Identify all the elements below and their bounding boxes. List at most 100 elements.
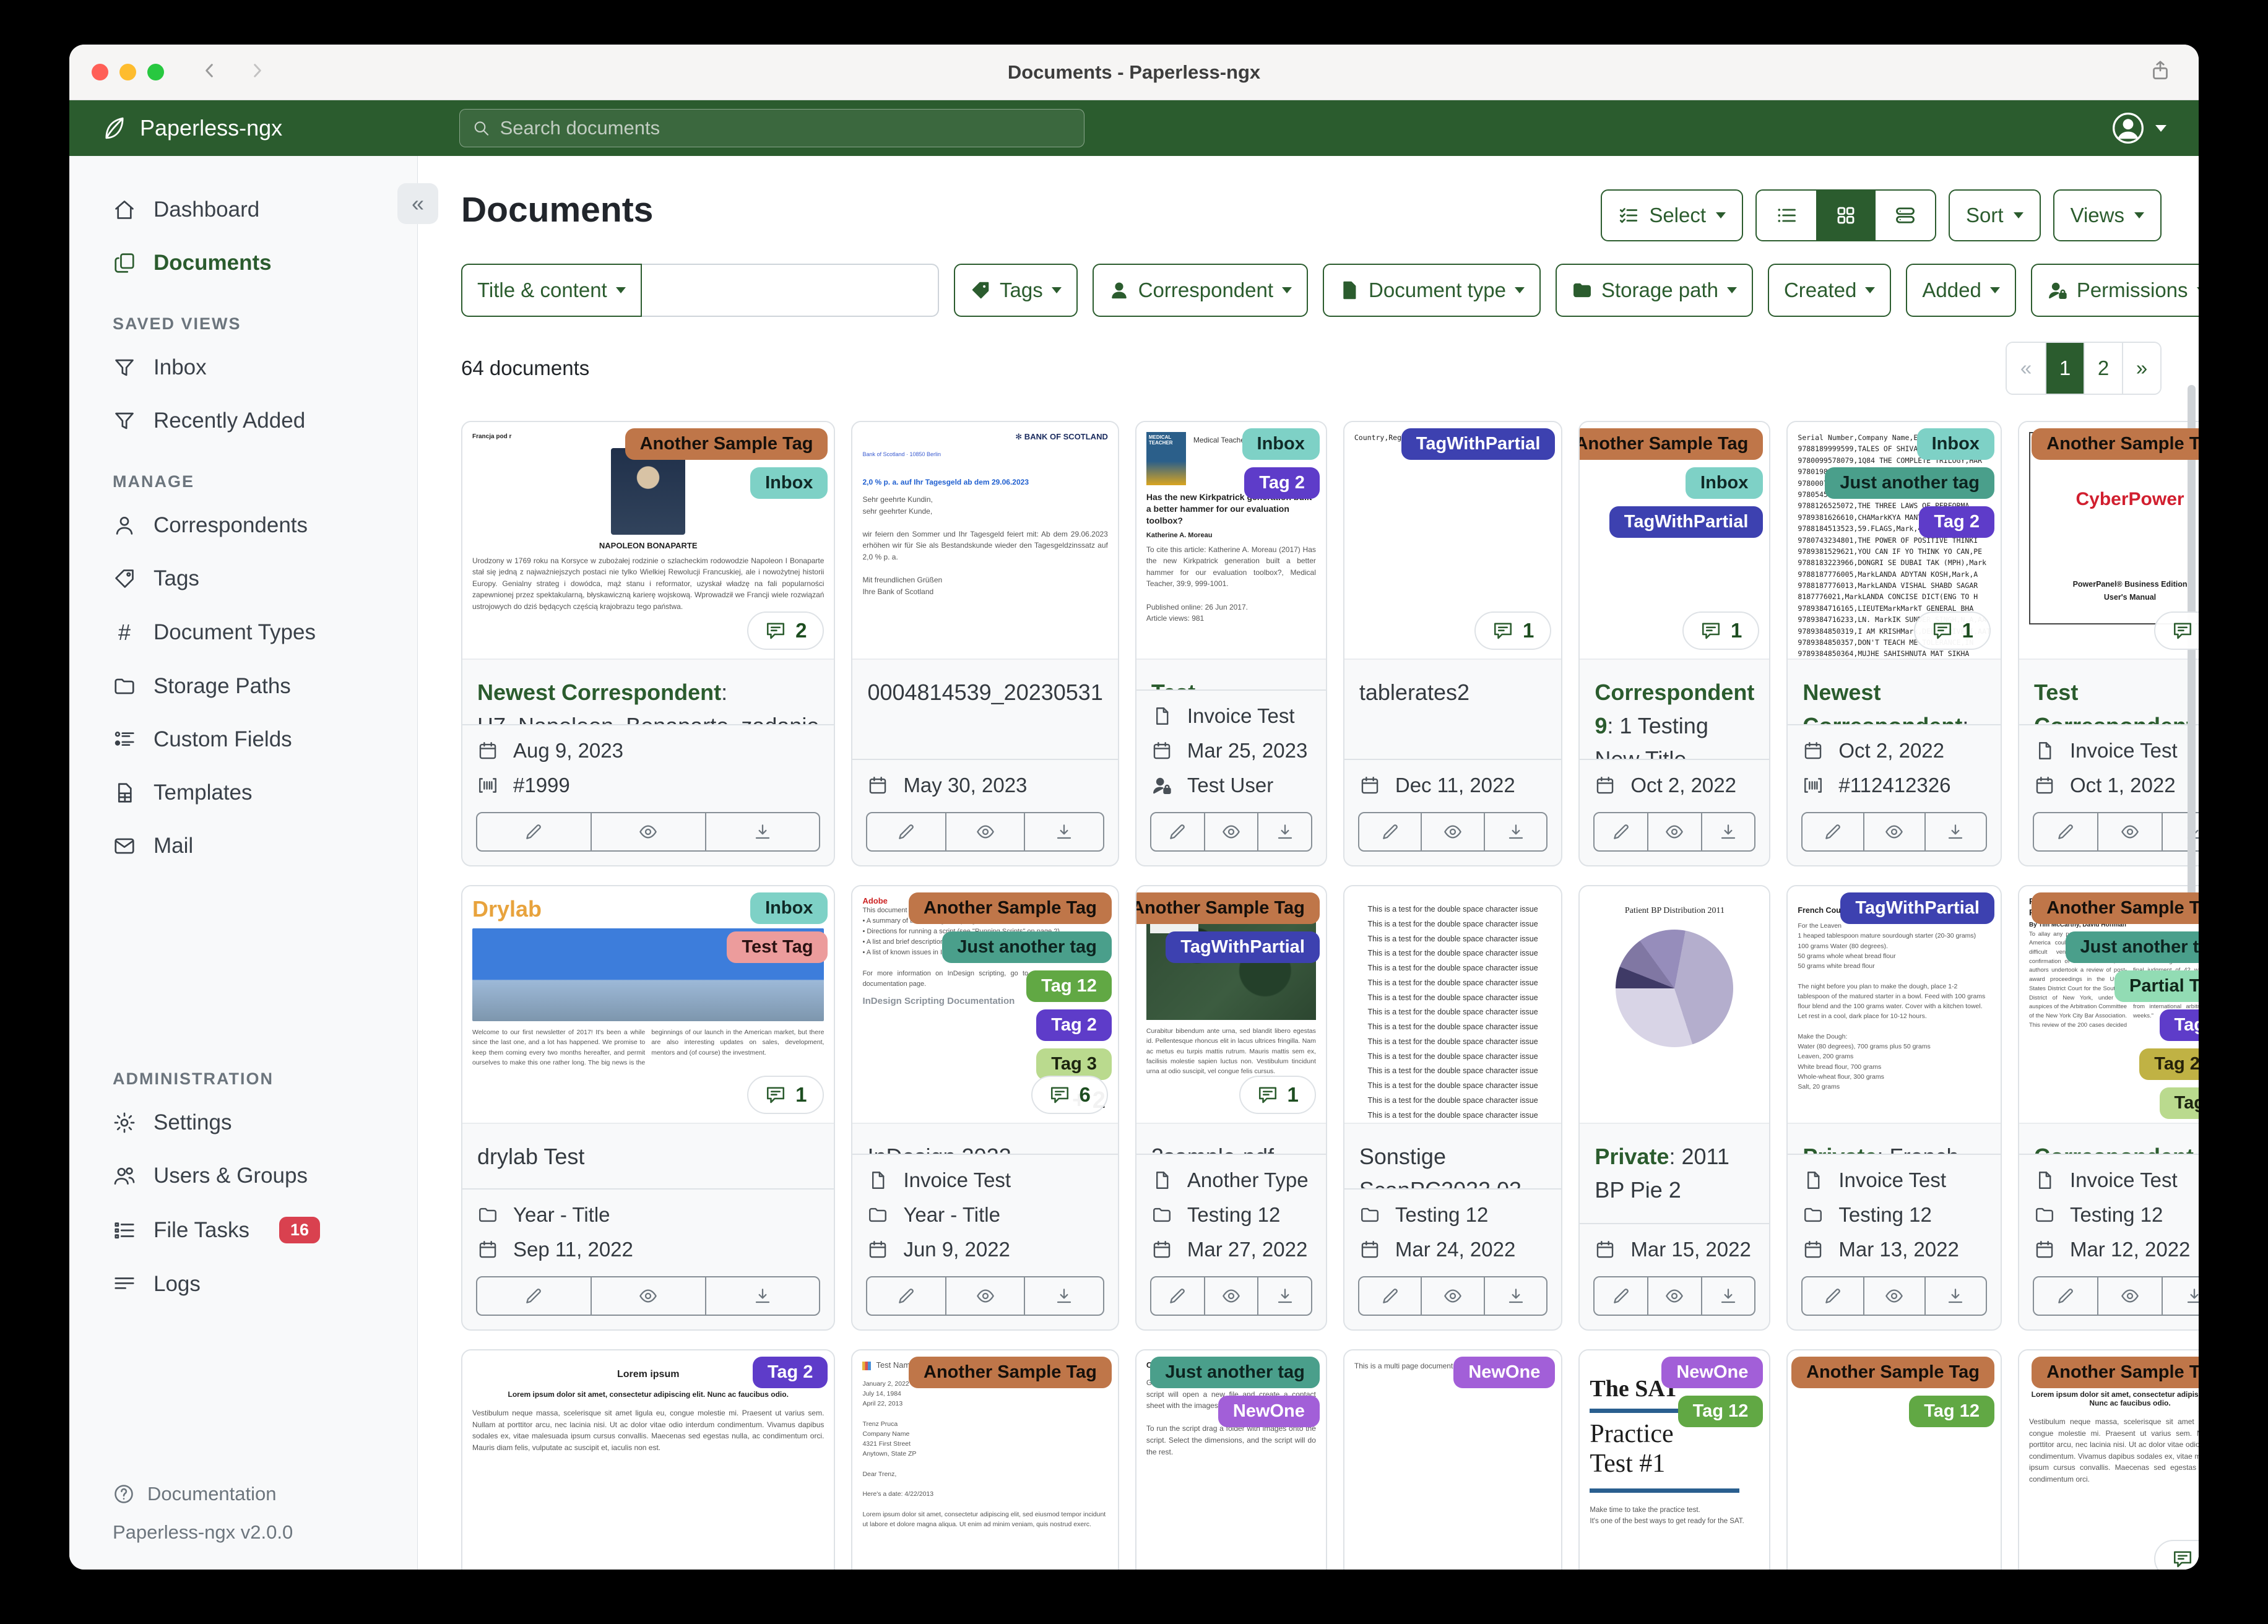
comment-count-badge[interactable]: 1 xyxy=(1913,611,1991,650)
title-content-filter-input[interactable] xyxy=(641,264,939,317)
sidebar-item-correspondents[interactable]: Correspondents xyxy=(69,499,417,552)
document-title[interactable]: Newest Correspondent: Sample100.csv xyxy=(1788,660,2001,724)
edit-document-button[interactable] xyxy=(866,812,946,852)
browser-back-icon[interactable] xyxy=(200,61,220,84)
document-thumbnail[interactable]: This is a testAnother Sample TagTag 12 xyxy=(1788,1350,2001,1570)
app-logo[interactable]: Paperless-ngx xyxy=(102,115,282,141)
tag-tag-12[interactable]: Tag 12 xyxy=(1026,970,1112,1002)
document-card[interactable]: Serial Number,Company Name,Employee Mark… xyxy=(1786,421,2002,866)
tag-tagwithpartial[interactable]: TagWithPartial xyxy=(1609,506,1764,538)
view-document-button[interactable] xyxy=(1421,1276,1485,1316)
edit-document-button[interactable] xyxy=(1149,812,1205,852)
view-document-button[interactable] xyxy=(1203,812,1259,852)
view-document-button[interactable] xyxy=(1647,812,1702,852)
document-thumbnail[interactable]: This is a multi page document. Page 1. Ne… xyxy=(1344,1350,1562,1570)
page-button-1[interactable]: 1 xyxy=(2045,343,2084,394)
document-correspondent[interactable]: Correspondent 14 xyxy=(2034,1144,2194,1154)
document-thumbnail[interactable]: Serial Number,Company Name,Employee Mark… xyxy=(1788,422,2001,660)
document-card[interactable]: This is a test for the double space char… xyxy=(1343,885,1563,1331)
tag-just-another-tag[interactable]: Just another tag xyxy=(942,931,1112,963)
tag-tag-2[interactable]: Tag 2 xyxy=(1036,1009,1112,1041)
document-card[interactable]: MEDICAL TEACHER Medical Teacher Has the ne… xyxy=(1135,421,1327,866)
document-thumbnail[interactable]: Francja pod r NAPOLEON BONAPARTE Urodzony … xyxy=(462,422,834,660)
document-thumbnail[interactable]: Lorem ipsumLorem ipsum dolor sit amet, c… xyxy=(2019,1350,2199,1570)
comment-count-badge[interactable]: 1 xyxy=(1682,611,1760,650)
document-title[interactable]: Correspondent 14: Review-of-New-York-Fed… xyxy=(2019,1124,2199,1154)
document-title[interactable]: tablerates2 xyxy=(1344,660,1562,759)
document-title[interactable]: Test Correspondent 1: UM_PPBE_en_v29 xyxy=(2019,660,2199,724)
document-card[interactable]: The SAT Practice Test #1 Make time to take … xyxy=(1578,1349,1771,1570)
filter-document-type-dropdown[interactable]: Document type xyxy=(1323,264,1541,317)
view-document-button[interactable] xyxy=(1863,1276,1926,1316)
document-card[interactable]: Drylab Welcome to our first newsletter of… xyxy=(461,885,836,1331)
document-thumbnail[interactable]: The SAT Practice Test #1 Make time to take … xyxy=(1580,1350,1770,1570)
select-dropdown[interactable]: Select xyxy=(1601,189,1744,241)
page-button-prev[interactable]: « xyxy=(2007,343,2045,394)
tag-another-sample-tag[interactable]: Another Sample Tag xyxy=(625,428,828,460)
document-card[interactable]: CyberPower PowerPanel® Business Edition U… xyxy=(2017,421,2199,866)
document-thumbnail[interactable]: Country,Region/State,"City","AccentCity"… xyxy=(1344,422,1562,660)
download-document-button[interactable] xyxy=(1257,1276,1312,1316)
tag-tag-2[interactable]: Tag 2 xyxy=(1919,506,1994,538)
tag-inbox[interactable]: Inbox xyxy=(750,467,828,499)
document-card[interactable]: Francja pod r NAPOLEON BONAPARTE Urodzony … xyxy=(461,421,836,866)
document-card[interactable]: Test Name January 2, 2022 July 14, 1984 A… xyxy=(851,1349,1119,1570)
sidebar-item-inbox[interactable]: Inbox xyxy=(69,341,417,394)
sidebar-item-users-groups[interactable]: Users & Groups xyxy=(69,1149,417,1203)
download-document-button[interactable] xyxy=(1483,1276,1548,1316)
document-title[interactable]: Private: French Country Bread Revised.do… xyxy=(1788,1124,2001,1154)
document-card[interactable]: Country,Region/State,"City","AccentCity"… xyxy=(1343,421,1563,866)
document-title[interactable]: Private: 2011 BP Pie 2 xyxy=(1580,1124,1769,1223)
tag-another-sample-tag[interactable]: Another Sample Tag xyxy=(909,892,1112,924)
filter-storage-path-dropdown[interactable]: Storage path xyxy=(1555,264,1753,317)
document-title[interactable]: Test Correspondent 1: [paperless] test p… xyxy=(1136,660,1326,689)
document-correspondent[interactable]: Test Correspondent 1 xyxy=(1151,680,1311,689)
download-document-button[interactable] xyxy=(1257,812,1312,852)
edit-document-button[interactable] xyxy=(476,812,592,852)
sidebar-item-dashboard[interactable]: Dashboard xyxy=(69,183,417,236)
document-card[interactable]: AdobeThis document contains information … xyxy=(851,885,1119,1331)
document-title[interactable]: 0004814539_20230531 xyxy=(852,660,1117,759)
tag-another-sample-tag[interactable]: Another Sample Tag xyxy=(1136,892,1320,924)
browser-forward-icon[interactable] xyxy=(247,61,267,84)
zoom-window-button[interactable] xyxy=(147,64,164,80)
tag-tag-2[interactable]: Tag 2 xyxy=(1244,467,1320,499)
documentation-link[interactable]: Documentation xyxy=(113,1483,417,1505)
tag-another-sample-tag[interactable]: Another Sample Tag xyxy=(1791,1357,1994,1388)
tag-another-sample-tag[interactable]: Another Sample Tag xyxy=(2032,892,2199,924)
view-grid-button[interactable] xyxy=(1816,191,1876,240)
document-card[interactable]: Boundary Waters TripCurabitur bibendum a… xyxy=(1135,885,1327,1331)
document-correspondent[interactable]: Test Correspondent 1 xyxy=(2034,680,2199,724)
document-card[interactable]: Patient BP Distribution 2011 Private: 201… xyxy=(1578,885,1771,1331)
document-thumbnail[interactable]: This is a test for the double space char… xyxy=(1344,886,1562,1124)
view-document-button[interactable] xyxy=(590,1276,706,1316)
document-card[interactable]: Lorem ipsumLorem ipsum dolor sit amet, c… xyxy=(2017,1349,2199,1570)
comment-count-badge[interactable]: 6 xyxy=(1031,1076,1108,1114)
search-input[interactable] xyxy=(500,117,1071,139)
document-thumbnail[interactable]: AdobeThis document contains information … xyxy=(852,886,1118,1124)
view-document-button[interactable] xyxy=(1203,1276,1259,1316)
download-document-button[interactable] xyxy=(1924,1276,1987,1316)
filter-added-dropdown[interactable]: Added xyxy=(1906,264,2016,317)
document-title[interactable]: Correspondent 9: 1 Testing New Title Upd… xyxy=(1580,660,1769,759)
view-document-button[interactable] xyxy=(2097,812,2163,852)
document-title[interactable]: Sonstige ScanPC2022 03-24_081058 xyxy=(1344,1124,1562,1188)
document-correspondent[interactable]: Newest Correspondent xyxy=(477,680,721,705)
sidebar-item-storage-paths[interactable]: Storage Paths xyxy=(69,660,417,713)
minimize-window-button[interactable] xyxy=(119,64,136,80)
comment-count-badge[interactable]: 1 xyxy=(1474,611,1552,650)
view-document-button[interactable] xyxy=(1421,812,1485,852)
document-thumbnail[interactable]: Test Name January 2, 2022 July 14, 1984 A… xyxy=(852,1350,1118,1570)
edit-document-button[interactable] xyxy=(1801,812,1864,852)
view-document-button[interactable] xyxy=(1647,1276,1702,1316)
close-window-button[interactable] xyxy=(92,64,108,80)
comment-count-badge[interactable]: 5 xyxy=(2153,1540,2199,1570)
filter-permissions-dropdown[interactable]: Permissions xyxy=(2030,264,2199,317)
edit-document-button[interactable] xyxy=(2032,1276,2099,1316)
download-document-button[interactable] xyxy=(1924,812,1987,852)
edit-document-button[interactable] xyxy=(1801,1276,1864,1316)
document-thumbnail[interactable]: Contact Sheet DemoGiven a set of image f… xyxy=(1136,1350,1326,1570)
document-thumbnail[interactable]: CyberPower PowerPanel® Business Edition U… xyxy=(2019,422,2199,660)
sidebar-item-recently-added[interactable]: Recently Added xyxy=(69,394,417,447)
download-document-button[interactable] xyxy=(1024,1276,1104,1316)
